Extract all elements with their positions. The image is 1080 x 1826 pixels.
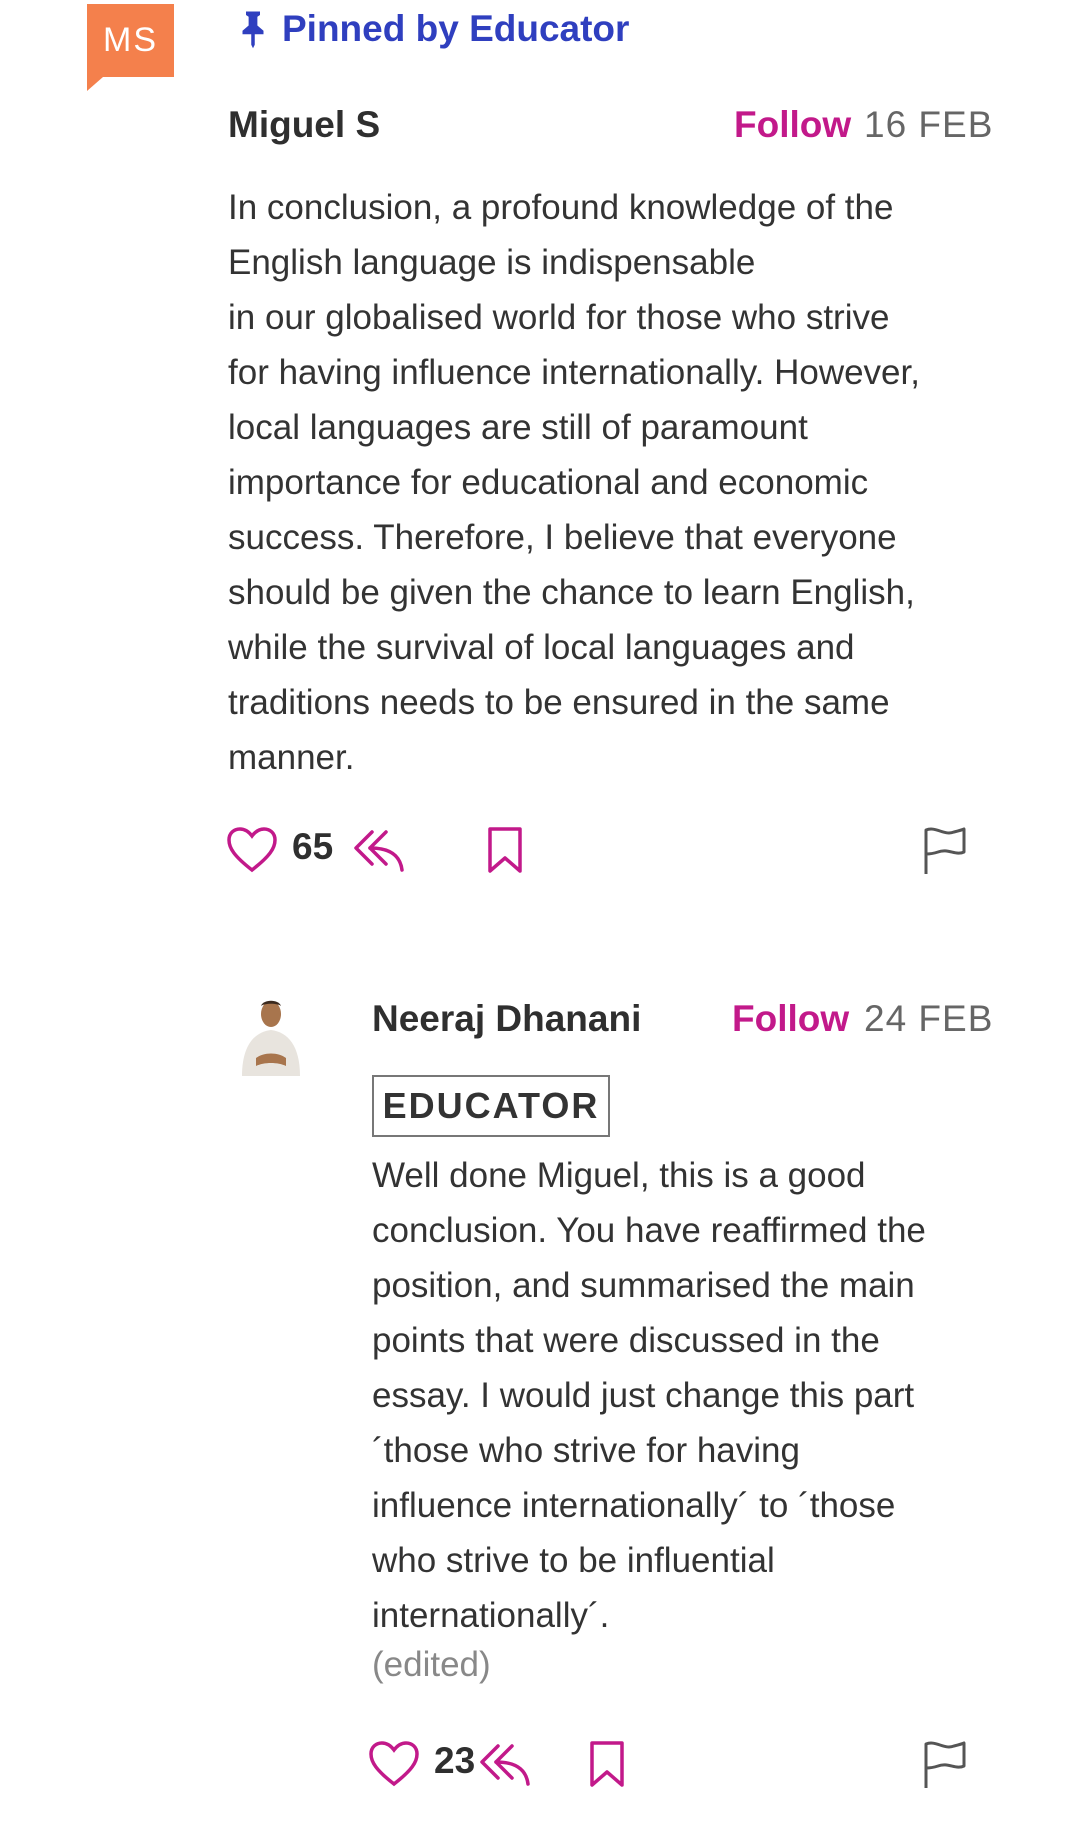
reply-author[interactable]: Neeraj Dhanani — [372, 998, 641, 1040]
like-count: 65 — [292, 826, 334, 867]
comment-date: 16 FEB — [864, 104, 994, 145]
reply-icon[interactable] — [478, 1740, 532, 1788]
like-count: 23 — [434, 1740, 476, 1781]
comment-text: In conclusion, a profound knowledge of t… — [228, 188, 920, 777]
pin-icon — [242, 11, 264, 49]
avatar-miguel[interactable]: MS — [87, 4, 174, 77]
follow-button-miguel[interactable]: Follow — [734, 104, 851, 146]
reply-text: Well done Miguel, this is a good conclus… — [372, 1156, 926, 1635]
flag-icon[interactable] — [922, 826, 968, 876]
discussion-thread: MS Pinned by Educator Miguel S Follow 16… — [0, 0, 1080, 1826]
pinned-label: Pinned by Educator — [232, 8, 629, 50]
reply-date: 24 FEB — [864, 998, 994, 1039]
bookmark-icon[interactable] — [486, 826, 524, 874]
avatar-initials: MS — [103, 21, 158, 59]
flag-icon[interactable] — [922, 1740, 968, 1790]
comment-author[interactable]: Miguel S — [228, 104, 380, 146]
bookmark-icon[interactable] — [588, 1740, 626, 1788]
educator-badge: EDUCATOR — [372, 1075, 610, 1137]
avatar-neeraj[interactable] — [236, 996, 306, 1076]
avatar-tail — [87, 77, 103, 91]
follow-button-neeraj[interactable]: Follow — [732, 998, 849, 1040]
heart-icon[interactable] — [368, 1740, 420, 1788]
pinned-text: Pinned by Educator — [282, 8, 630, 49]
edited-label: (edited) — [372, 1645, 491, 1684]
heart-icon[interactable] — [226, 826, 278, 874]
reply-icon[interactable] — [352, 826, 406, 874]
